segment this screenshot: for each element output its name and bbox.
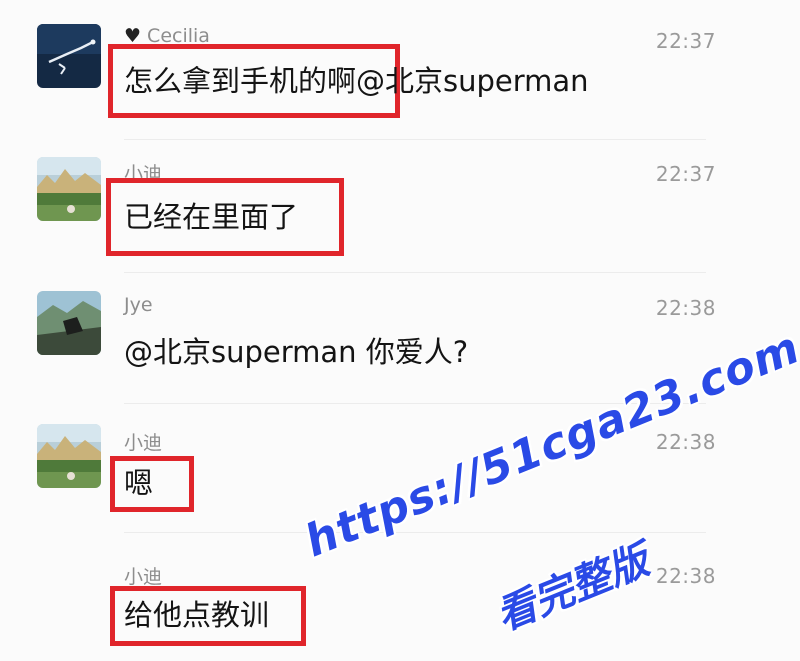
sender-name: 小迪 (124, 432, 163, 454)
message-time: 22:38 (655, 564, 716, 588)
message-text[interactable]: @北京superman 你爱人? (124, 334, 468, 370)
message-time: 22:38 (655, 430, 716, 454)
message-text[interactable]: 嗯 (124, 465, 153, 501)
message-text[interactable]: 怎么拿到手机的啊@北京superman (124, 63, 589, 99)
sender-name: Jye (124, 294, 153, 316)
avatar[interactable] (37, 24, 101, 88)
watermark-subtitle: 看完整版 (489, 537, 656, 640)
message-divider (124, 139, 706, 140)
sender-name: 小迪 (124, 566, 163, 588)
message-time: 22:38 (655, 296, 716, 320)
chat-message-list: ♥ Cecilia 22:37 怎么拿到手机的啊@北京superman 小迪 22… (0, 0, 800, 661)
message-text[interactable]: 已经在里面了 (124, 199, 298, 235)
avatar[interactable] (37, 157, 101, 221)
message-text[interactable]: 给他点教训 (124, 597, 269, 633)
avatar[interactable] (37, 424, 101, 488)
message-time: 22:37 (655, 162, 716, 186)
message-time: 22:37 (655, 29, 716, 53)
message-divider (124, 532, 706, 533)
avatar[interactable] (37, 291, 101, 355)
message-divider (124, 272, 706, 273)
